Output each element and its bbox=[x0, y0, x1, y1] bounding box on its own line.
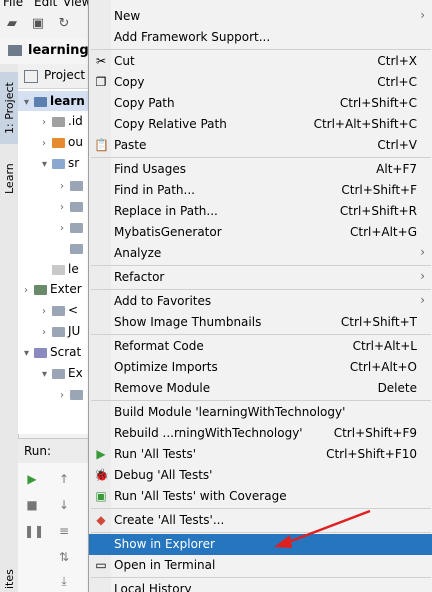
annotation-arrow-icon bbox=[274, 509, 371, 548]
